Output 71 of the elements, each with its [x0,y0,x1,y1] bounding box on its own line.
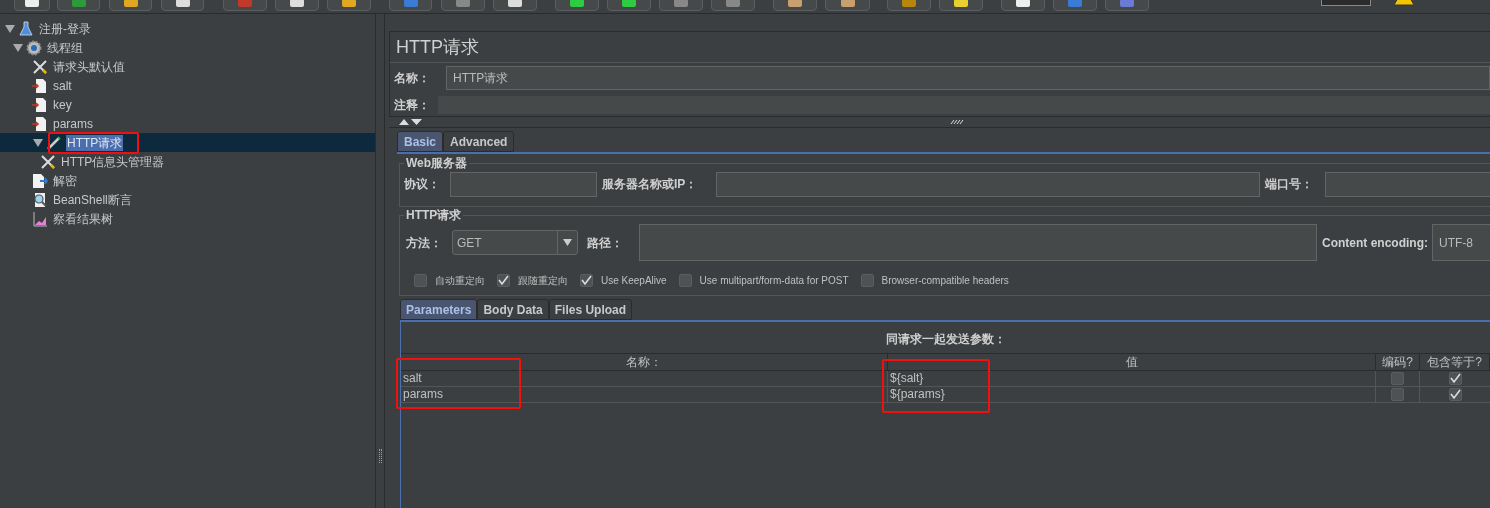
tab[interactable]: Advanced [443,131,515,152]
checkbox[interactable] [1391,388,1404,401]
document-arrow-icon [32,115,48,132]
document-arrow-icon [32,77,48,94]
table-cell: ${params} [888,387,1376,403]
table-cell: ${salt} [888,371,1376,387]
checkbox[interactable] [1391,372,1404,385]
tree-item[interactable]: 注册-登录 [38,20,92,37]
checkbox-label[interactable]: Use multipart/form-data for POST [699,272,849,288]
checkbox-label[interactable]: Use KeepAlive [601,272,667,288]
checkbox[interactable] [580,273,593,287]
checkbox-label[interactable]: Browser-compatible headers [881,272,1009,288]
tree-item[interactable]: HTTP信息头管理器 [60,153,166,170]
document-arrow-icon [32,96,48,113]
field-label: 方法： [405,234,443,252]
field-label: 名称： [394,70,431,87]
port-field[interactable] [1325,171,1490,197]
checkbox[interactable] [1448,388,1462,401]
expand-arrow-icon[interactable] [32,137,44,148]
table-cell: params [401,387,888,403]
column-header[interactable]: 编码? [1376,354,1420,371]
expand-arrow-icon[interactable] [12,42,24,53]
checkbox-label[interactable]: 跟随重定向 [518,272,568,288]
encoding-field[interactable]: UTF-8 [1432,224,1490,261]
section-legend: HTTP请求 [404,209,464,221]
checkbox[interactable] [497,273,510,287]
tree-item[interactable]: 请求头默认值 [52,58,126,75]
table-title: 同请求一起发送参数： [884,330,1007,348]
field-label: 路径： [587,234,624,252]
tree-item[interactable]: HTTP请求 [66,134,124,151]
tree-item[interactable]: 线程组 [46,39,84,56]
field-label: 端口号： [1265,176,1314,193]
checkbox[interactable] [1448,372,1462,385]
table-cell: salt [401,371,888,387]
checkbox[interactable] [860,273,874,287]
field-label: Content encoding: [1322,234,1429,252]
column-header[interactable]: 包含等于? [1420,354,1490,371]
panel-title: HTTP请求 [396,35,480,59]
tree-item[interactable]: key [52,96,73,113]
field-label: 注释： [394,97,431,114]
gear-icon [26,39,42,56]
document-arrow-icon [32,172,48,189]
tab[interactable]: Basic [397,131,444,152]
section-legend: Web服务器 [404,157,470,169]
dropdown-arrow-icon[interactable] [563,239,572,246]
chart-icon [32,210,48,227]
tools-icon [32,58,48,75]
tree-item[interactable]: 察看结果树 [52,210,114,227]
expand-arrow-icon[interactable] [4,23,16,34]
tree-item[interactable]: BeanShell断言 [52,191,133,208]
tree-item[interactable]: params [52,115,94,132]
drag-grip-icon[interactable] [950,120,965,124]
protocol-field[interactable] [450,171,597,197]
flask-icon [18,20,34,37]
field-label: 服务器名称或IP： [602,176,699,193]
tools-icon [40,153,56,170]
method-dropdown[interactable]: GET [452,230,578,255]
column-header[interactable]: 值 [888,354,1376,371]
tab[interactable]: Parameters [400,299,478,320]
tab[interactable]: Files Upload [548,299,633,320]
tab[interactable]: Body Data [477,299,549,320]
magnifier-icon [32,191,48,208]
column-header[interactable]: 名称： [401,354,888,371]
field-label: 协议： [404,176,441,193]
tree-item[interactable]: 解密 [52,172,78,189]
checkbox-label[interactable]: 自动重定向 [435,272,485,288]
name-field[interactable]: HTTP请求 [446,66,1490,90]
tree-item[interactable]: salt [52,77,73,94]
checkbox[interactable] [414,273,427,287]
checkbox[interactable] [678,273,692,287]
collapse-arrows-icon[interactable] [399,118,423,126]
